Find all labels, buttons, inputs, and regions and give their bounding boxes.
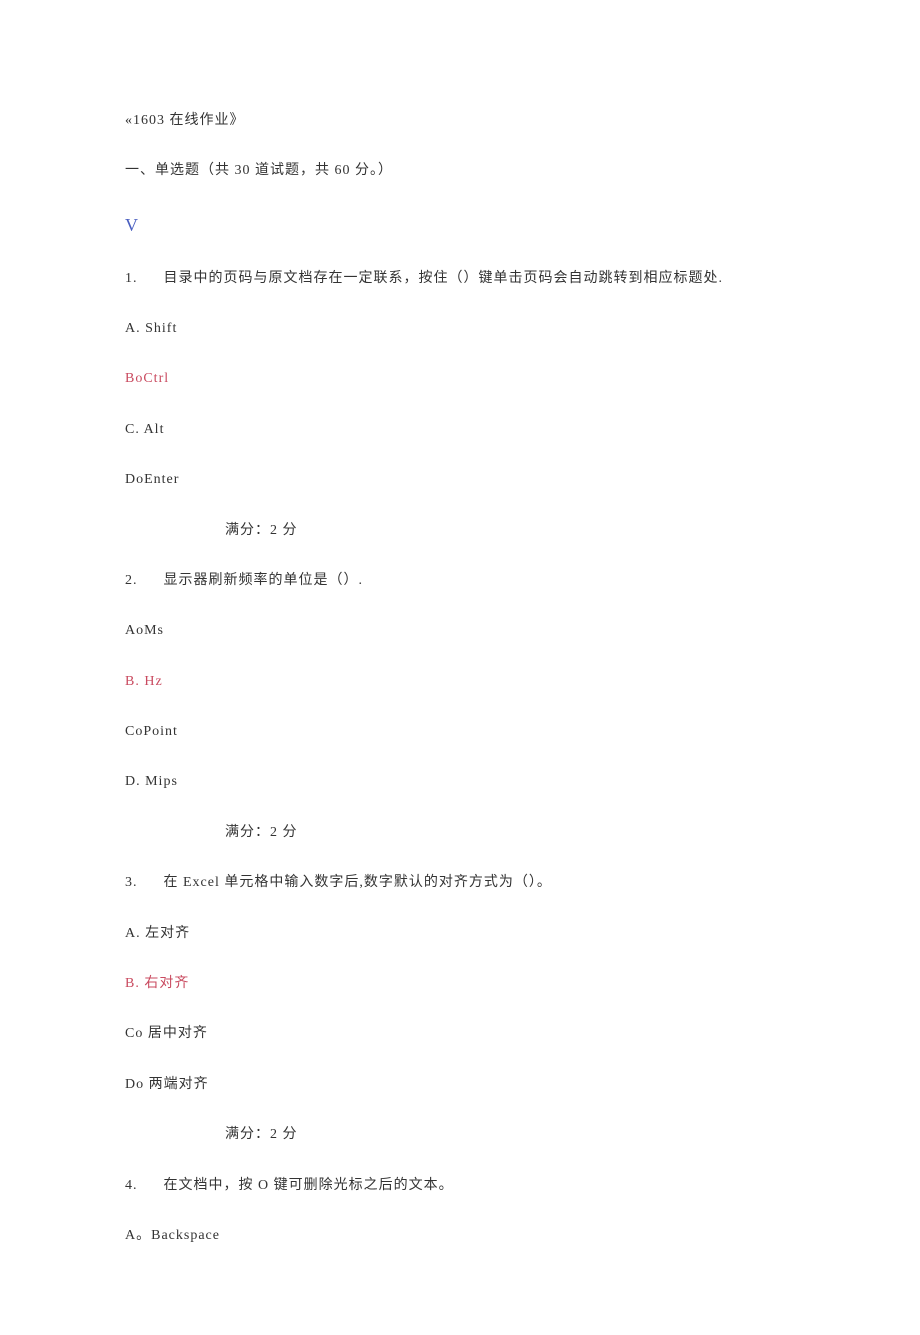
- option: CoPoint: [125, 721, 795, 743]
- option: C. Alt: [125, 419, 795, 441]
- question-number: 2.: [125, 570, 138, 592]
- question-text: 在 Excel 单元格中输入数字后,数字默认的对齐方式为（）。: [164, 875, 552, 890]
- option: A。Backspace: [125, 1225, 795, 1247]
- question-line: 4. 在文档中，按 O 键可删除光标之后的文本。: [125, 1175, 795, 1197]
- option: A. Shift: [125, 318, 795, 340]
- score-line: 满分：2 分: [225, 822, 795, 844]
- doc-title: «1603 在线作业》: [125, 110, 795, 132]
- question-line: 2. 显示器刷新频率的单位是（）.: [125, 570, 795, 592]
- option-correct: B. Hz: [125, 671, 795, 693]
- option: A. 左对齐: [125, 923, 795, 945]
- option-correct: B. 右对齐: [125, 973, 795, 995]
- option: Co 居中对齐: [125, 1023, 795, 1045]
- question-line: 1. 目录中的页码与原文档存在一定联系，按住（）键单击页码会自动跳转到相应标题处.: [125, 268, 795, 290]
- option: DoEnter: [125, 469, 795, 491]
- question-number: 1.: [125, 268, 138, 290]
- question-number: 4.: [125, 1175, 138, 1197]
- question-number: 3.: [125, 872, 138, 894]
- question-text: 在文档中，按 O 键可删除光标之后的文本。: [164, 1178, 454, 1193]
- score-line: 满分：2 分: [225, 520, 795, 542]
- section-heading: 一、单选题（共 30 道试题，共 60 分。）: [125, 160, 795, 182]
- question-line: 3. 在 Excel 单元格中输入数字后,数字默认的对齐方式为（）。: [125, 872, 795, 894]
- option: D. Mips: [125, 771, 795, 793]
- question-text: 显示器刷新频率的单位是（）.: [164, 573, 364, 588]
- option: AoMs: [125, 620, 795, 642]
- option: Do 两端对齐: [125, 1074, 795, 1096]
- score-line: 满分：2 分: [225, 1124, 795, 1146]
- option-correct: BoCtrl: [125, 368, 795, 390]
- questions-container: 1. 目录中的页码与原文档存在一定联系，按住（）键单击页码会自动跳转到相应标题处.…: [125, 268, 795, 1248]
- symbol-v: V: [125, 211, 795, 240]
- question-text: 目录中的页码与原文档存在一定联系，按住（）键单击页码会自动跳转到相应标题处.: [164, 271, 724, 286]
